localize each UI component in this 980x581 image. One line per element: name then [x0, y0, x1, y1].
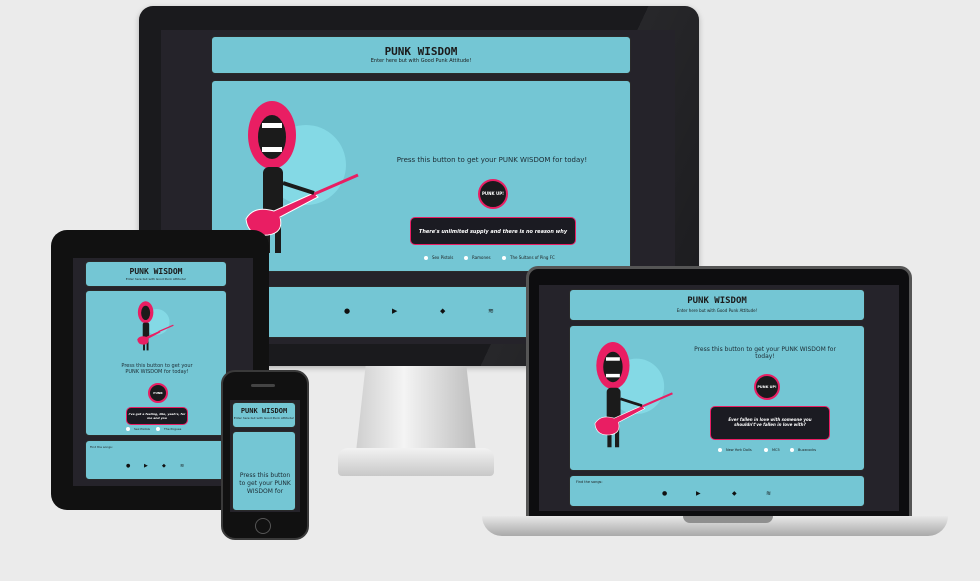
site-footer: Find the songs: ● ▶ ◆ ≋	[569, 475, 865, 507]
footer-text: Find the songs:	[90, 445, 113, 449]
wisdom-prompt: Press this button to get your PUNK WISDO…	[121, 363, 193, 375]
band-option[interactable]: Ramones	[464, 255, 491, 260]
monitor-stand-base	[338, 448, 494, 476]
wisdom-prompt: Press this button to get your PUNK WISDO…	[239, 472, 291, 495]
laptop-notch	[683, 516, 773, 523]
footer-text: Find the songs:	[576, 480, 603, 484]
site-title: PUNK WISDOM	[240, 407, 288, 415]
radio-dot-icon	[502, 256, 506, 260]
band-option-label: The Sultans of Ping FC	[510, 255, 555, 260]
band-option-label: MC5	[772, 448, 780, 452]
radio-dot-icon	[156, 427, 160, 431]
band-option[interactable]: The Pogues	[156, 427, 181, 431]
main-card: Press this button to get your PUNK WISDO…	[211, 80, 631, 272]
band-option[interactable]: Sex Pistols	[424, 255, 453, 260]
home-button[interactable]	[255, 518, 271, 534]
site-title: PUNK WISDOM	[384, 45, 458, 58]
apple-icon[interactable]: ◆	[162, 463, 166, 469]
soundcloud-icon[interactable]: ≋	[488, 307, 494, 315]
radio-dot-icon	[790, 448, 794, 452]
site-tagline: Enter here but with Good Punk Attitude!	[370, 58, 472, 64]
main-card: Press this button to get your PUNK WISDO…	[569, 325, 865, 471]
spotify-icon[interactable]: ●	[126, 463, 130, 469]
spotify-icon[interactable]: ●	[662, 490, 667, 497]
band-option[interactable]: Sex Pistols	[126, 427, 150, 431]
youtube-icon[interactable]: ▶	[144, 463, 148, 469]
wisdom-prompt: Press this button to get your PUNK WISDO…	[694, 346, 836, 360]
wisdom-quote: Ever fallen in love with someone you sho…	[710, 406, 830, 440]
phone-speaker	[251, 384, 275, 387]
radio-dot-icon	[764, 448, 768, 452]
band-option[interactable]: MC5	[764, 448, 780, 452]
youtube-icon[interactable]: ▶	[696, 490, 701, 497]
site-header: PUNK WISDOM Enter here but with Good Pun…	[232, 402, 296, 428]
site-header: PUNK WISDOM Enter here but with Good Pun…	[85, 261, 227, 287]
radio-dot-icon	[126, 427, 130, 431]
radio-dot-icon	[464, 256, 468, 260]
band-option[interactable]: New York Dolls	[718, 448, 752, 452]
punk-guitarist-illustration	[137, 301, 174, 351]
apple-icon[interactable]: ◆	[732, 490, 737, 497]
radio-dot-icon	[424, 256, 428, 260]
band-option-label: Ramones	[472, 255, 491, 260]
spotify-icon[interactable]: ●	[344, 307, 350, 315]
main-card: Press this button to get your PUNK WISDO…	[232, 431, 296, 511]
punk-up-button[interactable]: PUNK UP!	[478, 179, 508, 209]
site-header: PUNK WISDOM Enter here but with Good Pun…	[211, 36, 631, 74]
wisdom-prompt: Press this button to get your PUNK WISDO…	[396, 156, 588, 164]
youtube-icon[interactable]: ▶	[392, 307, 397, 315]
laptop-screen: PUNK WISDOM Enter here but with Good Pun…	[539, 285, 899, 511]
monitor-stand	[356, 366, 476, 452]
site-title: PUNK WISDOM	[129, 267, 183, 276]
phone-screen: PUNK WISDOM Enter here but with Good Pun…	[230, 400, 300, 512]
site-tagline: Enter here but with Good Punk Attitude!	[676, 308, 758, 313]
band-option-label: Buzzcocks	[798, 448, 817, 452]
band-option-label: The Pogues	[164, 427, 182, 431]
band-option[interactable]: Buzzcocks	[790, 448, 816, 452]
apple-icon[interactable]: ◆	[440, 307, 445, 315]
main-card: Press this button to get your PUNK WISDO…	[85, 290, 227, 436]
punk-up-button[interactable]: PUNK UP!	[148, 383, 168, 412]
laptop-device: PUNK WISDOM Enter here but with Good Pun…	[526, 266, 912, 522]
band-option-label: Sex Pistols	[432, 255, 454, 260]
wisdom-quote: I've got a feeling, like, yeah's, for me…	[126, 407, 188, 425]
band-option-label: New York Dolls	[726, 448, 752, 452]
soundcloud-icon[interactable]: ≋	[766, 490, 771, 497]
wisdom-quote: There's unlimited supply and there is no…	[410, 217, 576, 245]
radio-dot-icon	[718, 448, 722, 452]
site-footer: Find the songs: ● ▶ ◆ ≋	[85, 440, 227, 480]
site-title: PUNK WISDOM	[687, 296, 747, 306]
site-tagline: Enter here but with Good Punk Attitude!	[125, 277, 187, 281]
soundcloud-icon[interactable]: ≋	[180, 463, 184, 469]
site-header: PUNK WISDOM Enter here but with Good Pun…	[569, 289, 865, 321]
phone-device: PUNK WISDOM Enter here but with Good Pun…	[221, 370, 309, 540]
punk-up-button[interactable]: PUNK UP!	[754, 374, 780, 400]
site-tagline: Enter here but with Good Punk Attitude!	[233, 416, 295, 420]
band-option[interactable]: The Sultans of Ping FC	[502, 255, 555, 260]
band-option-label: Sex Pistols	[134, 427, 150, 431]
punk-guitarist-illustration	[594, 342, 673, 448]
